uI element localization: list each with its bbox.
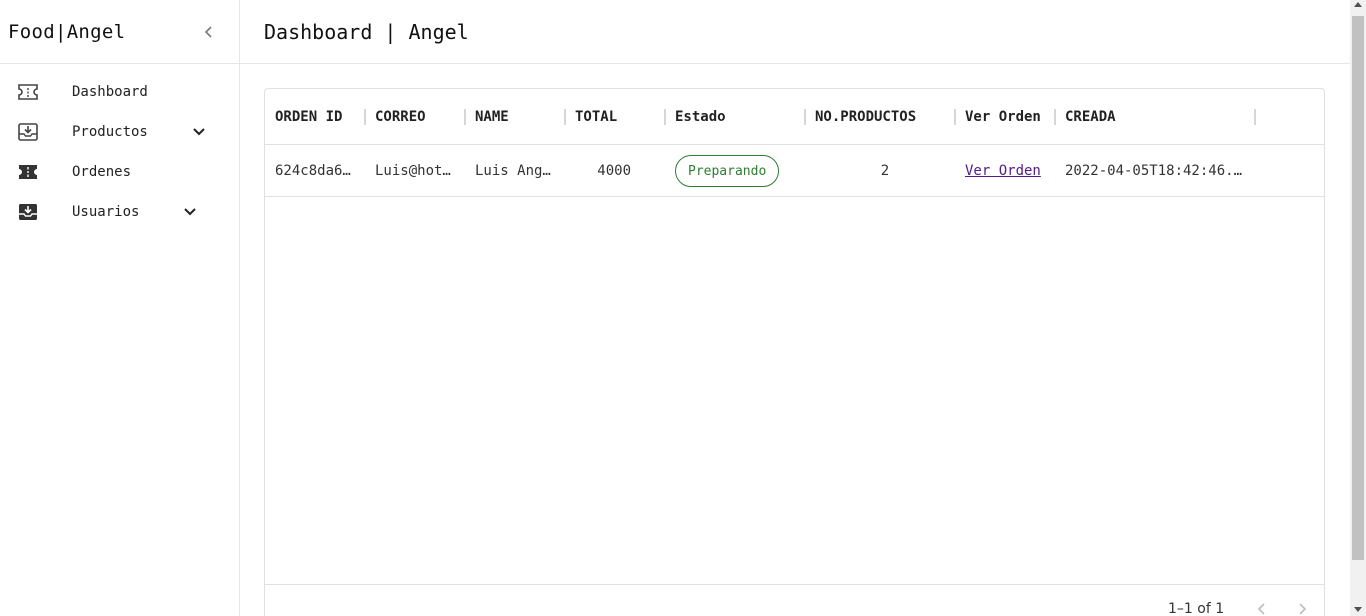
- table-header: ORDEN ID CORREO NAME TOTAL Estado NO.PRO…: [265, 89, 1324, 145]
- cell-orden-id: 624c8da6…: [275, 163, 351, 179]
- chevron-right-icon: [1299, 603, 1307, 615]
- chevron-left-icon: [204, 26, 212, 38]
- chevron-down-icon[interactable]: [182, 204, 198, 220]
- next-page-button[interactable]: [1292, 599, 1312, 616]
- chevron-left-icon: [1257, 603, 1265, 615]
- column-header-orden-id[interactable]: ORDEN ID: [275, 89, 365, 145]
- column-separator[interactable]: [804, 109, 806, 125]
- column-header-estado[interactable]: Estado: [675, 89, 805, 145]
- cell-total: 4000: [597, 163, 631, 179]
- collapse-sidebar-button[interactable]: [199, 22, 219, 42]
- cell-ver-orden: Ver Orden: [965, 145, 1055, 197]
- ticket-filled-icon: [17, 162, 39, 182]
- sidebar-item-label: Productos: [72, 124, 148, 140]
- sidebar-item-usuarios[interactable]: Usuarios: [0, 192, 239, 232]
- vertical-scrollbar[interactable]: [1350, 0, 1366, 616]
- ver-orden-link[interactable]: Ver Orden: [965, 163, 1041, 179]
- sidebar-item-ordenes[interactable]: Ordenes: [0, 152, 239, 192]
- scroll-down-arrow-icon[interactable]: [1354, 607, 1362, 612]
- column-separator[interactable]: [364, 109, 366, 125]
- column-separator[interactable]: [564, 109, 566, 125]
- column-header-correo[interactable]: CORREO: [375, 89, 465, 145]
- sidebar-item-label: Ordenes: [72, 164, 132, 180]
- column-separator[interactable]: [1054, 109, 1056, 125]
- page-title: Dashboard | Angel: [264, 19, 469, 44]
- sidebar-nav: Dashboard Productos Ordenes Usuarios: [0, 64, 239, 232]
- cell-creada: 2022-04-05T18:42:46.…: [1065, 163, 1243, 179]
- scrollbar-thumb[interactable]: [1352, 16, 1364, 560]
- brand-header: Food|Angel: [0, 0, 239, 64]
- status-badge: Preparando: [675, 155, 780, 187]
- column-header-name[interactable]: NAME: [475, 89, 565, 145]
- top-app-bar: Dashboard | Angel: [240, 0, 1350, 64]
- sidebar-item-dashboard[interactable]: Dashboard: [0, 72, 239, 112]
- column-header-ver-orden[interactable]: Ver Orden: [965, 89, 1055, 145]
- column-separator[interactable]: [464, 109, 466, 125]
- column-separator[interactable]: [954, 109, 956, 125]
- ticket-icon: [17, 82, 39, 102]
- scroll-up-arrow-icon[interactable]: [1354, 2, 1362, 7]
- pagination-range: 1–1 of 1: [1168, 601, 1225, 616]
- cell-estado: Preparando: [675, 145, 795, 197]
- previous-page-button[interactable]: [1252, 599, 1272, 616]
- column-header-total[interactable]: TOTAL: [575, 89, 665, 145]
- brand-logo-text: Food|Angel: [8, 20, 126, 43]
- column-header-creada[interactable]: CREADA: [1065, 89, 1255, 145]
- column-separator[interactable]: [664, 109, 666, 125]
- cell-correo: Luis@hot…: [375, 163, 451, 179]
- table-row[interactable]: 624c8da6… Luis@hot… Luis Ang… 4000 Prepa…: [265, 145, 1324, 197]
- column-separator[interactable]: [1254, 109, 1256, 125]
- sidebar-item-productos[interactable]: Productos: [0, 112, 239, 152]
- sidebar: Food|Angel Dashboard Productos Ordenes U…: [0, 0, 240, 616]
- orders-data-grid: ORDEN ID CORREO NAME TOTAL Estado NO.PRO…: [264, 88, 1325, 616]
- column-header-no-productos[interactable]: NO.PRODUCTOS: [815, 89, 955, 145]
- sidebar-item-label: Dashboard: [72, 84, 148, 100]
- cell-no-productos: 2: [880, 163, 890, 179]
- table-footer: 1–1 of 1: [265, 584, 1324, 616]
- cell-name: Luis Ang…: [475, 163, 551, 179]
- sidebar-item-label: Usuarios: [72, 204, 140, 220]
- chevron-down-icon[interactable]: [191, 124, 207, 140]
- inbox-arrow-down-icon: [17, 202, 39, 222]
- main-content: Dashboard | Angel ORDEN ID CORREO NAME T…: [240, 0, 1350, 616]
- inbox-arrow-down-icon: [17, 122, 39, 142]
